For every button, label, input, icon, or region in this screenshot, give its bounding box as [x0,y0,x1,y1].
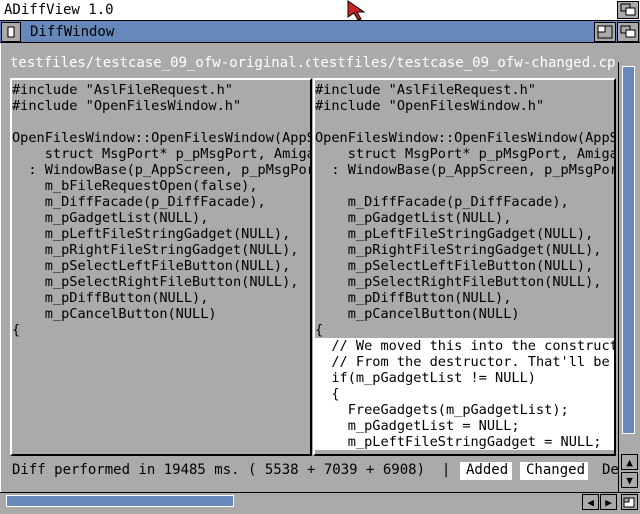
code-line: m_pDiffButton(NULL), [315,290,512,306]
vertical-scroll-knob[interactable] [622,66,635,434]
code-line: OpenFilesWindow::OpenFilesWindow(AppS [315,130,616,146]
code-line: m_pLeftFileStringGadget(NULL), [315,226,594,242]
code-line: m_DiffFacade(p_DiffFacade), [315,194,569,210]
code-line-added: FreeGadgets(m_pGadgetList); [315,402,614,418]
code-line: m_pGadgetList(NULL), [12,210,209,226]
code-line: m_pGadgetList(NULL), [315,210,512,226]
depth-icon [620,25,636,38]
zoom-icon [597,25,613,39]
code-line: #include "AslFileRequest.h" [315,82,536,98]
arrow-left-icon: ◀ [587,496,594,509]
arrow-down-icon: ▼ [626,474,633,487]
scroll-down-button[interactable]: ▼ [621,472,638,488]
code-line-added: if(m_pGadgetList != NULL) [315,370,614,386]
code-line: m_pRightFileStringGadget(NULL), [12,242,299,258]
screen-title: ADiffView 1.0 [4,2,114,18]
window-close-button[interactable] [1,22,21,42]
code-line: m_pRightFileStringGadget(NULL), [315,242,602,258]
code-line-added: // We moved this into the construct [315,338,616,354]
scroll-up-button[interactable]: ▲ [621,454,638,470]
code-line: m_pCancelButton(NULL) [315,306,520,322]
code-line: m_pCancelButton(NULL) [12,306,217,322]
right-file-path: testfiles/testcase_09_ofw-changed.cpp [312,55,616,71]
code-line: m_pLeftFileStringGadget(NULL), [12,226,291,242]
right-diff-pane[interactable]: #include "AslFileRequest.h" #include "Ope… [313,78,616,456]
code-line: m_pSelectLeftFileButton(NULL), [12,258,291,274]
code-line: : WindowBase(p_AppScreen, p_pMsgPor [315,162,616,178]
code-line: { [315,322,324,338]
code-line: { [12,322,21,338]
code-line: struct MsgPort* p_pMsgPort, Amiga [12,146,312,162]
code-line: m_pDiffButton(NULL), [12,290,209,306]
scroll-left-button[interactable]: ◀ [582,494,599,510]
code-line: m_pSelectRightFileButton(NULL), [12,274,299,290]
depth-icon [620,3,636,16]
legend-deleted: De [602,462,619,478]
code-line: #include "AslFileRequest.h" [12,82,233,98]
code-line: struct MsgPort* p_pMsgPort, Amiga [315,146,616,162]
code-line-added: { [315,386,614,402]
resize-icon [623,497,635,508]
arrow-up-icon: ▲ [626,456,633,469]
code-line: m_DiffFacade(p_DiffFacade), [12,194,266,210]
code-line: m_bFileRequestOpen(false), [12,178,258,194]
left-diff-pane[interactable]: #include "AslFileRequest.h" #include "Ope… [10,78,312,456]
code-line: OpenFilesWindow::OpenFilesWindow(AppS [12,130,312,146]
window-resize-button[interactable] [621,494,638,510]
code-line: #include "OpenFilesWindow.h" [315,98,545,114]
horizontal-scroll-knob[interactable] [6,495,234,507]
left-file-path: testfiles/testcase_09_ofw-original.cpp [10,55,310,71]
code-line-added: m_pLeftFileStringGadget = NULL; [315,434,614,450]
code-line: : WindowBase(p_AppScreen, p_pMsgPor [12,162,312,178]
window-title: DiffWindow [30,24,115,40]
status-message: Diff performed in 19485 ms. ( 5538 + 703… [12,462,451,478]
mouse-pointer-icon [347,0,366,20]
code-line-added: m_pGadgetList = NULL; [315,418,614,434]
arrow-right-icon: ▶ [605,496,612,509]
window-zoom-button[interactable] [594,22,616,42]
legend-changed: Changed [520,462,588,480]
scroll-right-button[interactable]: ▶ [600,494,617,510]
code-line-added: // From the destructor. That'll be [315,354,614,370]
screen-depth-button[interactable] [617,1,639,19]
close-icon [7,26,15,38]
legend-added: Added [460,462,512,480]
code-line: #include "OpenFilesWindow.h" [12,98,242,114]
window-depth-button[interactable] [617,22,639,42]
code-line: m_pSelectRightFileButton(NULL), [315,274,602,290]
code-line: m_pSelectLeftFileButton(NULL), [315,258,594,274]
